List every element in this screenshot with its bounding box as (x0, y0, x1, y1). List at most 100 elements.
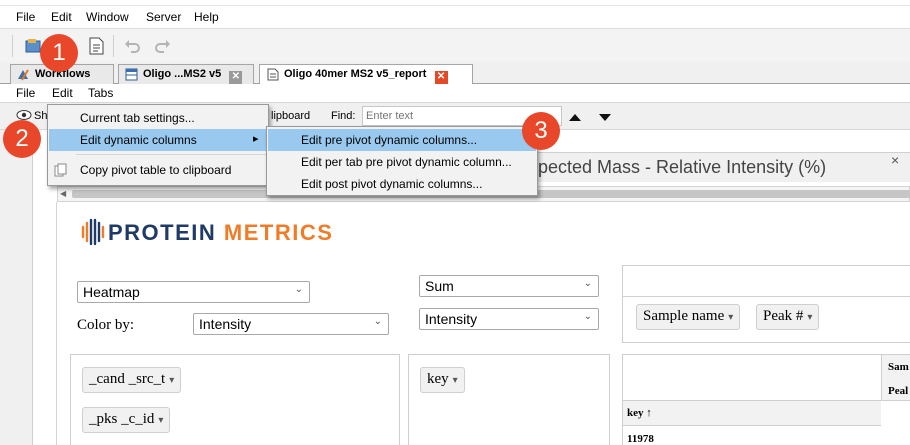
row-fields-area[interactable]: _cand _src_t ▾ _pks _c_id ▾ (70, 354, 400, 445)
menu-item-label: Edit dynamic columns (80, 133, 197, 147)
chevron-down-icon: ⌄ (583, 311, 592, 322)
tab-label: Oligo ...MS2 v5 (143, 68, 222, 80)
menu-help[interactable]: Help (194, 10, 219, 24)
table-icon (125, 68, 138, 81)
chevron-down-icon: ⌄ (294, 284, 303, 295)
column-fields-area[interactable]: Sample name ▾ Peak # ▾ (622, 297, 910, 343)
find-next-icon[interactable] (598, 111, 612, 125)
report-menubar: File Edit Tabs (0, 84, 910, 102)
find-previous-icon[interactable] (568, 111, 582, 125)
menu-separator (76, 154, 266, 155)
menu-item-edit-pre-pivot[interactable]: Edit pre pivot dynamic columns... (268, 129, 536, 151)
color-by-value: Intensity (199, 316, 252, 332)
logo-word-protein: PROTEIN (108, 220, 217, 245)
row-pill-pks-c-id[interactable]: _pks _c_id ▾ (82, 407, 171, 433)
key-header: key ↑ (627, 407, 652, 419)
chevron-down-icon: ▾ (807, 312, 813, 323)
chevron-down-icon: ▾ (452, 375, 458, 386)
submenu-edit[interactable]: Edit (52, 86, 73, 100)
undo-icon[interactable] (122, 36, 142, 56)
chevron-down-icon: ▾ (158, 415, 164, 426)
menu-file[interactable]: File (16, 10, 35, 24)
pivot-table: Sam Peal key ↑ 11978 (622, 354, 910, 445)
menu-window[interactable]: Window (86, 10, 129, 24)
document-icon[interactable] (86, 36, 106, 56)
chevron-down-icon: ⌄ (583, 278, 592, 289)
chevron-down-icon: ▾ (169, 375, 175, 386)
pill-label: Sample name (643, 308, 725, 324)
menu-item-label: Edit post pivot dynamic columns... (301, 177, 483, 191)
renderer-select[interactable]: Heatmap ⌄ (77, 281, 310, 303)
tab-oligo-ms2-v5[interactable]: Oligo ...MS2 v5 ✕ (118, 64, 254, 84)
logo-wordmark: PROTEIN METRICS (108, 220, 333, 246)
panel-border (56, 202, 57, 445)
show-label-fragment[interactable]: Sh (34, 110, 47, 122)
close-icon[interactable]: ✕ (434, 71, 448, 84)
unused-fields-area[interactable] (622, 265, 910, 297)
scroll-left-icon[interactable]: ◀ (60, 189, 66, 198)
column-pill-sample-name[interactable]: Sample name ▾ (636, 304, 741, 330)
color-by-label: Color by: (77, 317, 135, 333)
menu-item-label: Edit per tab pre pivot dynamic column... (301, 155, 512, 169)
key-header-cell[interactable]: key ↑ (623, 401, 881, 426)
dynamic-columns-submenu: Edit pre pivot dynamic columns... Edit p… (266, 126, 538, 196)
pill-label: _cand _src_t (89, 371, 166, 387)
main-toolbar (0, 28, 910, 62)
content-tab-header[interactable]: pected Mass - Relative Intensity (%) × (535, 152, 910, 182)
submenu-file[interactable]: File (16, 86, 35, 100)
pill-label: Peak # (763, 308, 804, 324)
row-pill-key[interactable]: key ▾ (420, 367, 465, 393)
submenu-arrow-icon: ▸ (253, 133, 259, 145)
renderer-value: Heatmap (83, 284, 140, 300)
menu-item-label: Edit pre pivot dynamic columns... (301, 133, 478, 147)
column-pill-peak-number[interactable]: Peak # ▾ (756, 304, 820, 330)
key-field-area[interactable]: key ▾ (408, 354, 610, 445)
header-peak: Peal (888, 385, 909, 397)
step-badge-3: 3 (522, 112, 560, 150)
menu-server[interactable]: Server (146, 10, 181, 24)
header-sample: Sam (888, 361, 909, 373)
toolbar-separator (12, 35, 13, 57)
content-tab-title: pected Mass - Relative Intensity (%) (538, 157, 827, 177)
redo-icon[interactable] (153, 36, 173, 56)
report-icon (266, 68, 279, 81)
document-tabstrip: Workflows Oligo ...MS2 v5 ✕ Oligo 40mer … (0, 62, 910, 85)
table-row-key: 11978 (627, 433, 654, 445)
menu-item-label: Current tab settings... (80, 111, 195, 125)
main-menubar: File Edit Window Server Help (0, 6, 910, 28)
color-by-select[interactable]: Intensity ⌄ (193, 313, 389, 335)
pill-label: _pks _c_id (89, 411, 155, 427)
value-field-select[interactable]: Intensity ⌄ (419, 308, 599, 330)
tab-label: Oligo 40mer MS2 v5_report (284, 68, 427, 80)
aggregator-value: Sum (425, 278, 454, 294)
edit-dropdown-menu: Current tab settings... Edit dynamic col… (47, 104, 269, 186)
step-badge-1: 1 (40, 34, 78, 72)
chevron-down-icon: ▾ (728, 312, 734, 323)
find-label: Find: (331, 110, 356, 122)
menu-item-label: Copy pivot table to clipboard (80, 163, 232, 177)
copy-icon (54, 163, 68, 180)
pill-label: key (427, 371, 449, 387)
logo-word-metrics: METRICS (223, 220, 334, 245)
tab-oligo-40mer-report[interactable]: Oligo 40mer MS2 v5_report ✕ (259, 64, 473, 85)
clipboard-label-fragment[interactable]: lipboard (271, 110, 310, 122)
submenu-tabs[interactable]: Tabs (88, 86, 113, 100)
menu-item-edit-dynamic-columns[interactable]: Edit dynamic columns ▸ (49, 129, 267, 151)
left-side-bar (0, 130, 33, 445)
table-column-header: Sam Peal (881, 355, 910, 400)
workflow-icon (17, 68, 30, 81)
menu-edit[interactable]: Edit (51, 10, 72, 24)
menu-item-edit-post-pivot[interactable]: Edit post pivot dynamic columns... (268, 173, 536, 195)
row-pill-cand-src[interactable]: _cand _src_t ▾ (82, 367, 182, 393)
close-icon[interactable]: ✕ (229, 71, 243, 84)
menu-item-edit-per-tab-pre-pivot[interactable]: Edit per tab pre pivot dynamic column... (268, 151, 536, 173)
menu-item-current-tab-settings[interactable]: Current tab settings... (49, 107, 267, 129)
aggregator-select[interactable]: Sum ⌄ (419, 275, 599, 297)
toolbar-separator (113, 35, 114, 57)
value-field-value: Intensity (425, 311, 478, 327)
close-icon[interactable]: × (891, 152, 899, 168)
chevron-down-icon: ⌄ (373, 316, 382, 327)
step-badge-2: 2 (3, 120, 41, 158)
menu-item-copy-pivot-table[interactable]: Copy pivot table to clipboard (49, 159, 267, 181)
protein-metrics-logo-icon (80, 218, 106, 249)
